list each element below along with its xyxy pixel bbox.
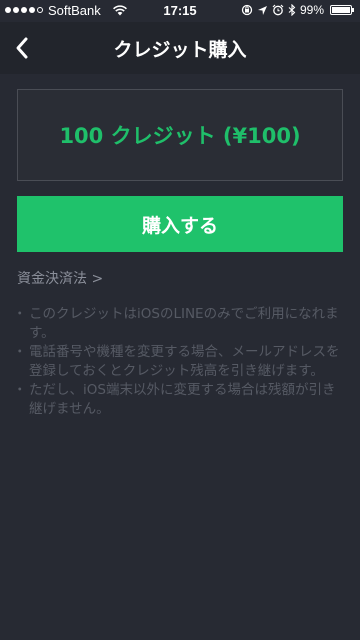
location-icon [257,5,267,15]
credit-option: 100 クレジット (¥100) [17,89,343,181]
rotation-lock-icon [241,4,253,16]
bluetooth-icon [288,4,296,16]
note-item: このクレジットはiOSのLINEのみでご利用になれます。 [13,305,347,343]
battery-icon [330,5,354,15]
page-title: クレジット購入 [113,39,247,61]
screen: SoftBank 17:15 99% クレジット購入 100 クレジット (¥1… [0,0,360,640]
alarm-icon [272,4,284,16]
credit-option-label: 100 クレジット (¥100) [59,124,301,148]
payment-services-act-link[interactable]: 資金決済法 > [17,268,103,288]
battery-percent: 99% [299,3,324,17]
status-bar: SoftBank 17:15 99% [0,0,360,22]
purchase-button[interactable]: 購入する [17,196,343,252]
chevron-left-icon [16,37,28,59]
notes-list: このクレジットはiOSのLINEのみでご利用になれます。 電話番号や機種を変更す… [13,305,347,419]
note-item: ただし、iOS端末以外に変更する場合は残額が引き継げません。 [13,381,347,419]
note-item: 電話番号や機種を変更する場合、メールアドレスを登録しておくとクレジット残高を引き… [13,343,347,381]
back-button[interactable] [8,30,40,66]
nav-bar: クレジット購入 [0,22,360,74]
status-icons: 99% [241,3,354,17]
